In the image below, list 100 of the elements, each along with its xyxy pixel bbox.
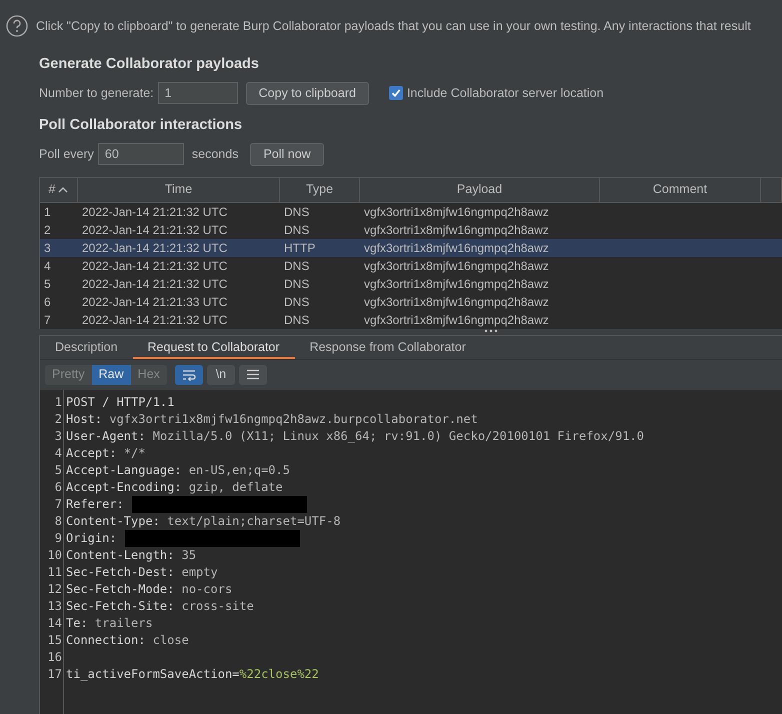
copy-button[interactable]: Copy to clipboard	[246, 82, 369, 105]
column-header[interactable]: Type	[280, 178, 360, 202]
wrap-lines-button[interactable]	[174, 364, 203, 384]
line-number: 12	[46, 580, 63, 598]
line-number: 13	[46, 598, 63, 614]
table-row[interactable]: 2 2022-Jan-14 21:21:32 UTC DNS vgfx3ortri1x8mjfw16ngmpq2h8awz	[40, 220, 782, 238]
table-cell: vgfx3ortri1x8mjfw16ngmpq2h8awz	[364, 258, 549, 272]
line-number: 17	[46, 666, 63, 682]
table-row[interactable]: 3 2022-Jan-14 21:21:32 UTC HTTP vgfx3ortri1x8mjfw16ngmpq2h8awz	[40, 238, 782, 256]
table-row[interactable]: 6 2022-Jan-14 21:21:33 UTC DNS vgfx3ortri1x8mjfw16ngmpq2h8awz	[40, 292, 782, 310]
line-number: 1	[54, 394, 63, 410]
drag-handle-icon[interactable]	[484, 328, 498, 332]
header-value: en-US,en;q=0.5	[188, 462, 290, 476]
line-number: 9	[54, 530, 63, 546]
header-name: Content-Type:	[66, 514, 160, 528]
table-cell: 2022-Jan-14 21:21:32 UTC	[82, 240, 228, 254]
header-value: text/plain;charset=UTF-8	[167, 514, 341, 528]
line-number: 11	[46, 564, 63, 580]
field-label: Number to generate:	[39, 84, 154, 102]
header-value: close	[152, 632, 189, 646]
header-value: gzip, deflate	[188, 480, 283, 494]
table-cell: 2022-Jan-14 21:21:32 UTC	[82, 258, 228, 272]
number-field[interactable]: 1	[158, 82, 238, 104]
table-cell: vgfx3ortri1x8mjfw16ngmpq2h8awz	[364, 204, 549, 218]
line-number: 5	[54, 462, 63, 478]
table-cell: HTTP	[284, 240, 316, 254]
section-heading: Generate Collaborator payloads	[39, 55, 260, 74]
tab[interactable]: Description	[40, 336, 133, 358]
menu-button[interactable]	[238, 364, 267, 384]
table-cell: 2022-Jan-14 21:21:32 UTC	[82, 276, 228, 290]
column-header[interactable]: #	[40, 178, 78, 202]
poll-button[interactable]: Poll now	[250, 142, 324, 166]
column-header[interactable]: Payload	[360, 178, 600, 202]
header-name: Accept:	[66, 446, 117, 460]
line-number: 16	[46, 648, 63, 666]
header-name: Origin:	[66, 530, 117, 544]
help-icon	[6, 15, 28, 37]
tab[interactable]: Response from Collaborator	[294, 336, 481, 358]
header-value: no-cors	[182, 582, 232, 596]
wrap-lines-icon	[182, 368, 196, 380]
newline-button[interactable]: \n	[206, 364, 235, 384]
table-cell: 5	[44, 276, 51, 290]
table-cell: vgfx3ortri1x8mjfw16ngmpq2h8awz	[364, 294, 549, 308]
header-name: Referer:	[66, 496, 124, 510]
menu-icon	[246, 369, 260, 380]
table-cell: vgfx3ortri1x8mjfw16ngmpq2h8awz	[364, 222, 549, 236]
column-header[interactable]: Comment	[600, 178, 761, 202]
header-value: trailers	[94, 616, 153, 630]
interval-field[interactable]: 60	[98, 143, 184, 165]
param-name: ti_activeFormSaveAction=	[66, 666, 240, 680]
header-name: Te:	[66, 616, 88, 630]
column-header[interactable]: Time	[78, 178, 280, 202]
line-number: 15	[46, 632, 63, 648]
line-number: 14	[46, 614, 63, 632]
line-number: 2	[54, 410, 63, 428]
table-cell: 2	[44, 222, 51, 236]
checkbox-label: Include Collaborator server location	[406, 84, 604, 102]
checkbox[interactable]	[388, 86, 403, 100]
table-cell: DNS	[284, 222, 310, 236]
param-value: %22close%22	[239, 666, 319, 680]
table-cell: 2022-Jan-14 21:21:32 UTC	[82, 222, 228, 236]
line-number: 7	[54, 496, 63, 512]
line-number: 8	[54, 512, 63, 530]
table-row[interactable]: 1 2022-Jan-14 21:21:32 UTC DNS vgfx3ortri1x8mjfw16ngmpq2h8awz	[40, 202, 782, 220]
table-row[interactable]: 5 2022-Jan-14 21:21:32 UTC DNS vgfx3ortri1x8mjfw16ngmpq2h8awz	[40, 274, 782, 292]
table-cell: DNS	[284, 294, 310, 308]
unit-label: seconds	[192, 146, 238, 163]
header-name: Host:	[66, 412, 102, 426]
tab[interactable]: Request to Collaborator	[132, 336, 295, 358]
table-cell: 1	[44, 204, 51, 218]
view-mode-button[interactable]: Raw	[92, 364, 131, 384]
header-name: Accept-Encoding:	[66, 480, 182, 494]
header-name: Accept-Language:	[66, 462, 182, 476]
table-cell: DNS	[284, 276, 310, 290]
table-cell: vgfx3ortri1x8mjfw16ngmpq2h8awz	[364, 312, 549, 326]
code-line: POST / HTTP/1.1	[66, 394, 174, 408]
line-number: 6	[54, 478, 63, 496]
line-number: 4	[54, 444, 63, 462]
table-cell: DNS	[284, 204, 310, 218]
table-cell: vgfx3ortri1x8mjfw16ngmpq2h8awz	[364, 240, 549, 254]
table-cell: 4	[44, 258, 51, 272]
help-text: Click "Copy to clipboard" to generate Burp Collaborator payloads that you can use in your own testing. Any interactions that result	[36, 18, 751, 35]
line-number: 3	[54, 428, 63, 444]
section-heading: Poll Collaborator interactions	[39, 116, 244, 135]
table-cell: 7	[44, 312, 51, 326]
table-cell: vgfx3ortri1x8mjfw16ngmpq2h8awz	[364, 276, 549, 290]
header-name: Sec-Fetch-Mode:	[66, 582, 174, 596]
table-cell: 3	[44, 240, 51, 254]
field-label: Poll every	[39, 146, 94, 163]
table-row[interactable]: 4 2022-Jan-14 21:21:32 UTC DNS vgfx3ortri1x8mjfw16ngmpq2h8awz	[40, 256, 782, 274]
table-cell: 2022-Jan-14 21:21:32 UTC	[82, 312, 228, 326]
table-row[interactable]: 7 2022-Jan-14 21:21:32 UTC DNS vgfx3ortri1x8mjfw16ngmpq2h8awz	[40, 310, 782, 328]
header-name: Connection:	[66, 632, 146, 646]
header-name: Content-Length:	[66, 548, 174, 562]
header-value: */*	[124, 446, 146, 460]
header-name: User-Agent:	[66, 428, 146, 442]
header-value: vgfx3ortri1x8mjfw16ngmpq2h8awz.burpcollaborator.net	[109, 412, 478, 426]
header-value: Mozilla/5.0 (X11; Linux x86_64; rv:91.0) Gecko/20100101 Firefox/91.0	[152, 428, 644, 442]
table-cell: 2022-Jan-14 21:21:33 UTC	[82, 294, 228, 308]
header-name: Sec-Fetch-Site:	[66, 598, 174, 612]
